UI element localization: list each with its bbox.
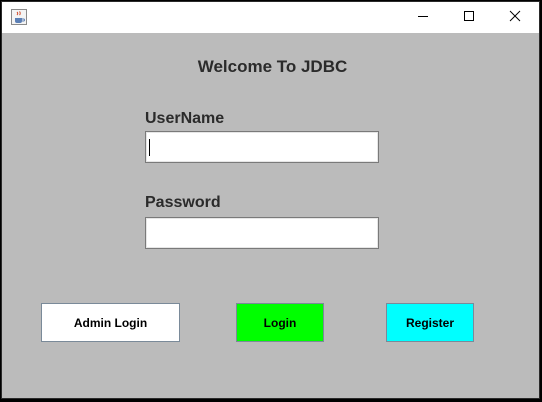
username-field[interactable] xyxy=(145,131,379,163)
java-coffee-icon xyxy=(11,9,27,25)
admin-login-button[interactable]: Admin Login xyxy=(41,303,180,342)
page-title: Welcome To JDBC xyxy=(197,57,348,76)
minimize-button[interactable] xyxy=(400,2,446,33)
maximize-icon xyxy=(463,9,475,27)
app-window: Welcome To JDBC UserName Password Admin … xyxy=(1,1,540,399)
login-button[interactable]: Login xyxy=(236,303,324,342)
login-panel: Welcome To JDBC UserName Password Admin … xyxy=(2,33,539,398)
close-icon xyxy=(509,9,521,27)
text-caret xyxy=(149,139,150,156)
close-button[interactable] xyxy=(492,2,538,33)
maximize-button[interactable] xyxy=(446,2,492,33)
minimize-icon xyxy=(417,9,429,27)
password-field[interactable] xyxy=(145,217,379,249)
register-button[interactable]: Register xyxy=(386,303,474,342)
username-label: UserName xyxy=(145,110,225,127)
title-bar[interactable] xyxy=(2,2,539,33)
password-label: Password xyxy=(145,194,221,211)
